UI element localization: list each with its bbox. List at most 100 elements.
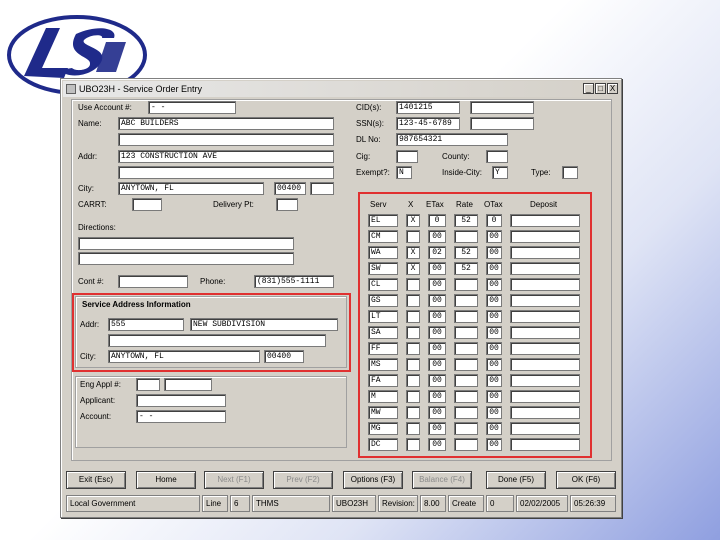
etax-field[interactable]: 00 [428, 262, 446, 275]
x-field[interactable] [406, 278, 420, 291]
carrt-field[interactable] [132, 198, 162, 211]
rate-field[interactable] [454, 422, 478, 435]
city-field[interactable]: ANYTOWN, FL [118, 182, 264, 195]
rate-field[interactable]: 52 [454, 214, 478, 227]
x-field[interactable] [406, 342, 420, 355]
x-field[interactable] [406, 406, 420, 419]
otax-field[interactable]: 00 [486, 294, 502, 307]
cid-field-2[interactable] [470, 101, 534, 114]
x-field[interactable]: X [406, 246, 420, 259]
otax-field[interactable]: 00 [486, 390, 502, 403]
exit-button[interactable]: Exit (Esc) [66, 471, 126, 489]
otax-field[interactable]: 00 [486, 358, 502, 371]
otax-field[interactable]: 00 [486, 406, 502, 419]
inside-city-field[interactable]: Y [492, 166, 508, 179]
etax-field[interactable]: 0 [428, 214, 446, 227]
maximize-button[interactable]: □ [595, 83, 606, 94]
deposit-field[interactable] [510, 342, 580, 355]
rate-field[interactable]: 52 [454, 262, 478, 275]
etax-field[interactable]: 00 [428, 358, 446, 371]
x-field[interactable] [406, 374, 420, 387]
account-field[interactable]: - - [136, 410, 226, 423]
otax-field[interactable]: 00 [486, 422, 502, 435]
x-field[interactable] [406, 230, 420, 243]
eng-appl-field-b[interactable] [164, 378, 212, 391]
rate-field[interactable] [454, 406, 478, 419]
deposit-field[interactable] [510, 374, 580, 387]
serv-field[interactable]: FA [368, 374, 398, 387]
deposit-field[interactable] [510, 438, 580, 451]
eng-appl-field-a[interactable] [136, 378, 160, 391]
exempt-field[interactable]: N [396, 166, 412, 179]
deposit-field[interactable] [510, 262, 580, 275]
rate-field[interactable] [454, 278, 478, 291]
balance-button[interactable]: Balance (F4) [412, 471, 472, 489]
serv-field[interactable]: GS [368, 294, 398, 307]
otax-field[interactable]: 00 [486, 438, 502, 451]
rate-field[interactable] [454, 294, 478, 307]
x-field[interactable]: X [406, 262, 420, 275]
etax-field[interactable]: 00 [428, 310, 446, 323]
deposit-field[interactable] [510, 230, 580, 243]
addr-field[interactable]: 123 CONSTRUCTION AVE [118, 150, 334, 163]
etax-field[interactable]: 00 [428, 294, 446, 307]
etax-field[interactable]: 00 [428, 374, 446, 387]
ok-button[interactable]: OK (F6) [556, 471, 616, 489]
deposit-field[interactable] [510, 294, 580, 307]
otax-field[interactable]: 00 [486, 246, 502, 259]
options-button[interactable]: Options (F3) [343, 471, 403, 489]
minimize-button[interactable]: _ [583, 83, 594, 94]
directions-field-1[interactable] [78, 237, 294, 250]
close-button[interactable]: X [607, 83, 618, 94]
etax-field[interactable]: 00 [428, 406, 446, 419]
otax-field[interactable]: 00 [486, 374, 502, 387]
name-field[interactable]: ABC BUILDERS [118, 117, 334, 130]
serv-field[interactable]: SA [368, 326, 398, 339]
window-titlebar[interactable]: UBO23H - Service Order Entry _ □ X [63, 81, 619, 97]
delivery-field[interactable] [276, 198, 298, 211]
etax-field[interactable]: 00 [428, 438, 446, 451]
contract-field[interactable] [118, 275, 188, 288]
etax-field[interactable]: 00 [428, 326, 446, 339]
etax-field[interactable]: 00 [428, 422, 446, 435]
phone-field[interactable]: (831)555-1111 [254, 275, 334, 288]
serv-field[interactable]: M [368, 390, 398, 403]
otax-field[interactable]: 0 [486, 214, 502, 227]
x-field[interactable]: X [406, 214, 420, 227]
rate-field[interactable] [454, 342, 478, 355]
deposit-field[interactable] [510, 310, 580, 323]
cid-field[interactable]: 1401215 [396, 101, 460, 114]
rate-field[interactable] [454, 438, 478, 451]
prev-button[interactable]: Prev (F2) [273, 471, 333, 489]
rate-field[interactable] [454, 358, 478, 371]
serv-field[interactable]: MG [368, 422, 398, 435]
serv-field[interactable]: CL [368, 278, 398, 291]
directions-field-2[interactable] [78, 252, 294, 265]
x-field[interactable] [406, 326, 420, 339]
etax-field[interactable]: 00 [428, 342, 446, 355]
x-field[interactable] [406, 358, 420, 371]
name-field-2[interactable] [118, 133, 334, 146]
x-field[interactable] [406, 390, 420, 403]
etax-field[interactable]: 00 [428, 278, 446, 291]
ssn-field[interactable]: 123-45-6789 [396, 117, 460, 130]
x-field[interactable] [406, 294, 420, 307]
serv-field[interactable]: MW [368, 406, 398, 419]
serv-field[interactable]: SW [368, 262, 398, 275]
cig-field[interactable] [396, 150, 418, 163]
deposit-field[interactable] [510, 326, 580, 339]
etax-field[interactable]: 00 [428, 390, 446, 403]
etax-field[interactable]: 00 [428, 230, 446, 243]
deposit-field[interactable] [510, 246, 580, 259]
next-button[interactable]: Next (F1) [204, 471, 264, 489]
deposit-field[interactable] [510, 358, 580, 371]
rate-field[interactable] [454, 230, 478, 243]
otax-field[interactable]: 00 [486, 262, 502, 275]
rate-field[interactable] [454, 310, 478, 323]
otax-field[interactable]: 00 [486, 310, 502, 323]
rate-field[interactable]: 52 [454, 246, 478, 259]
deposit-field[interactable] [510, 422, 580, 435]
rate-field[interactable] [454, 326, 478, 339]
serv-field[interactable]: MS [368, 358, 398, 371]
serv-field[interactable]: FF [368, 342, 398, 355]
